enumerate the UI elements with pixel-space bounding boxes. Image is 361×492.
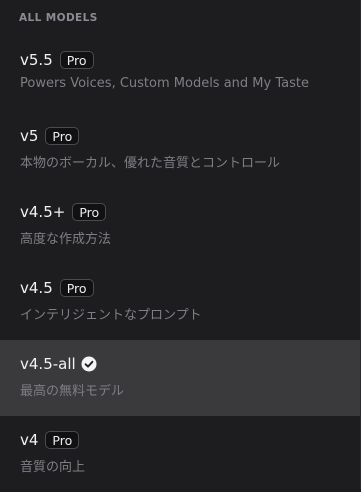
model-description: 本物のボーカル、優れた音質とコントロール xyxy=(20,156,281,171)
model-option-v5-5[interactable]: v5.5 Pro Powers Voices, Custom Models an… xyxy=(0,36,360,112)
pro-badge: Pro xyxy=(45,127,80,145)
model-title-row: v4.5+ Pro xyxy=(20,201,107,223)
model-description: 音質の向上 xyxy=(20,460,86,475)
model-name: v4.5 xyxy=(20,279,53,297)
model-option-v4-5[interactable]: v4.5 Pro インテリジェントなプロンプト xyxy=(0,264,360,340)
pro-badge: Pro xyxy=(59,279,94,297)
model-description: インテリジェントなプロンプト xyxy=(20,308,202,323)
check-circle-icon xyxy=(81,356,97,372)
model-option-v5[interactable]: v5 Pro 本物のボーカル、優れた音質とコントロール xyxy=(0,112,360,188)
model-title-row: v5.5 Pro xyxy=(20,49,94,71)
model-description: 最高の無料モデル xyxy=(20,384,125,399)
model-title-row: v5 Pro xyxy=(20,125,80,147)
model-title-row: v4.5-all xyxy=(20,353,97,375)
model-list: v5.5 Pro Powers Voices, Custom Models an… xyxy=(0,36,360,492)
model-selector-panel: ALL MODELS v5.5 Pro Powers Voices, Custo… xyxy=(0,0,361,489)
pro-badge: Pro xyxy=(72,203,107,221)
model-name: v4 xyxy=(20,431,39,449)
model-title-row: v4.5 Pro xyxy=(20,277,94,299)
model-option-v4[interactable]: v4 Pro 音質の向上 xyxy=(0,416,360,492)
model-option-v4-5-all[interactable]: v4.5-all 最高の無料モデル xyxy=(0,340,360,416)
model-name: v5 xyxy=(20,127,39,145)
section-header: ALL MODELS xyxy=(19,12,98,24)
model-name: v4.5+ xyxy=(20,203,66,221)
model-title-row: v4 Pro xyxy=(20,429,80,451)
pro-badge: Pro xyxy=(59,51,94,69)
model-name: v5.5 xyxy=(20,51,53,69)
model-option-v4-5-plus[interactable]: v4.5+ Pro 高度な作成方法 xyxy=(0,188,360,264)
model-name: v4.5-all xyxy=(20,355,76,373)
model-description: 高度な作成方法 xyxy=(20,232,112,247)
pro-badge: Pro xyxy=(45,431,80,449)
model-description: Powers Voices, Custom Models and My Tast… xyxy=(20,76,309,91)
